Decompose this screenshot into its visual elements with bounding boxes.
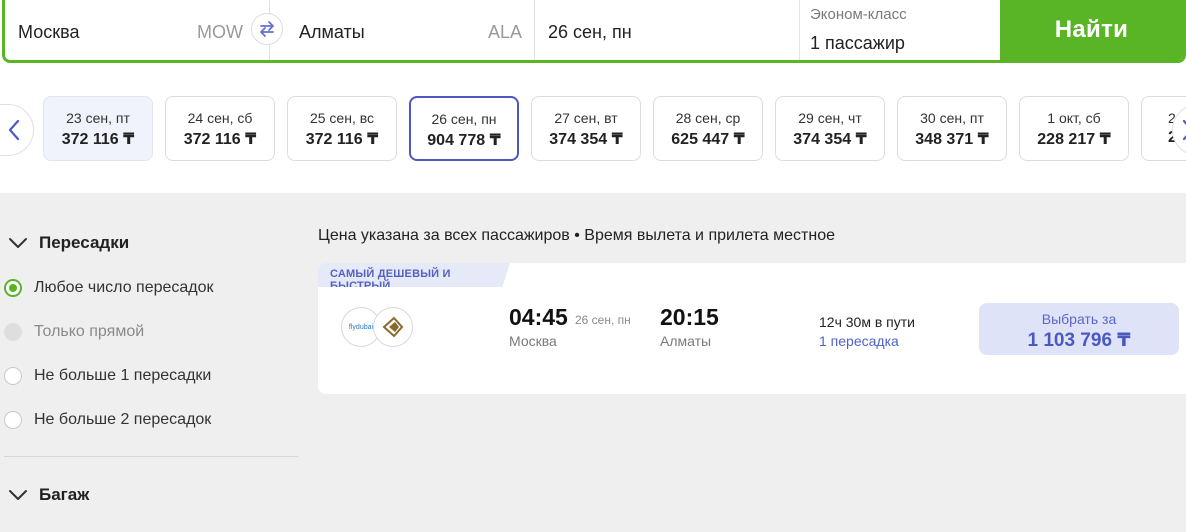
radio[interactable] bbox=[4, 411, 22, 429]
date-card-price: 228 217 ₸ bbox=[1037, 131, 1111, 148]
date-card-date: 25 сен, вс bbox=[309, 110, 375, 126]
date-card-price: 374 354 ₸ bbox=[793, 131, 867, 148]
price-note: Цена указана за всех пассажиров • Время … bbox=[318, 227, 835, 244]
origin-field[interactable]: Москва MOW bbox=[5, 0, 270, 60]
stops-link[interactable]: 1 пересадка bbox=[819, 333, 899, 349]
date-card[interactable]: 27 сен, вт 374 354 ₸ bbox=[531, 96, 641, 161]
baggage-filter-header[interactable]: Багаж bbox=[8, 485, 89, 505]
stops-option-label: Только прямой bbox=[34, 323, 145, 340]
chevron-down-icon bbox=[9, 238, 27, 248]
date-card[interactable]: 1 окт, сб 228 217 ₸ bbox=[1019, 96, 1129, 161]
stops-option-label: Не больше 1 пересадки bbox=[34, 367, 212, 384]
destination-code: ALA bbox=[487, 22, 522, 42]
stops-option-max2[interactable]: Не больше 2 пересадок bbox=[4, 409, 211, 431]
flight-duration: 12ч 30м в пути bbox=[819, 314, 915, 330]
baggage-filter-title: Багаж bbox=[39, 485, 90, 504]
stops-option-any[interactable]: Любое число пересадок bbox=[4, 277, 214, 299]
airline-logo-emblem-icon bbox=[373, 307, 413, 347]
arrival-city: Алматы bbox=[660, 333, 712, 349]
departure-time: 04:45 bbox=[509, 304, 568, 330]
destination-city: Алматы bbox=[299, 22, 365, 42]
date-field[interactable]: 26 сен, пн bbox=[535, 0, 800, 60]
date-card[interactable]: 30 сен, пт 348 371 ₸ bbox=[897, 96, 1007, 161]
date-card-date: 26 сен, пн bbox=[431, 111, 497, 127]
select-ticket-button[interactable]: Выбрать за 1 103 796 ₸ bbox=[979, 303, 1179, 355]
class-label: Эконом-класс bbox=[810, 6, 907, 23]
date-card-date: 23 сен, пт bbox=[66, 110, 130, 126]
stops-filter-title: Пересадки bbox=[39, 233, 130, 252]
radio-disabled bbox=[4, 323, 22, 341]
date-card-price: 904 778 ₸ bbox=[427, 132, 501, 149]
destination-field[interactable]: Алматы ALA bbox=[270, 0, 535, 60]
stops-option-direct: Только прямой bbox=[4, 321, 144, 343]
date-card[interactable]: 25 сен, вс 372 116 ₸ bbox=[287, 96, 397, 161]
departure-date: 26 сен, пн bbox=[575, 313, 631, 327]
date-card-price: 372 116 ₸ bbox=[183, 131, 257, 148]
date-card[interactable]: 29 сен, чт 374 354 ₸ bbox=[775, 96, 885, 161]
stops-option-label: Любое число пересадок bbox=[34, 279, 214, 296]
arrival-time: 20:15 bbox=[660, 304, 719, 330]
chevron-down-icon bbox=[9, 490, 27, 500]
date-card-price: 348 371 ₸ bbox=[915, 131, 989, 148]
date-card-date: 28 сен, ср bbox=[675, 110, 741, 126]
cheapest-fastest-badge: САМЫЙ ДЕШЕВЫЙ И БЫСТРЫЙ bbox=[318, 263, 510, 287]
date-card[interactable]: 23 сен, пт 372 116 ₸ bbox=[43, 96, 153, 161]
date-card[interactable]: 24 сен, сб 372 116 ₸ bbox=[165, 96, 275, 161]
date-card-date: 24 сен, сб bbox=[187, 110, 253, 126]
date-card-date: 27 сен, вт bbox=[554, 110, 618, 126]
date-card-price: 625 447 ₸ bbox=[671, 131, 745, 148]
airline-logo-text: flydubai bbox=[348, 323, 374, 331]
origin-city: Москва bbox=[18, 22, 80, 42]
date-card[interactable]: 28 сен, ср 625 447 ₸ bbox=[653, 96, 763, 161]
date-card-date: 1 окт, сб bbox=[1047, 110, 1101, 126]
stops-filter-header[interactable]: Пересадки bbox=[8, 233, 129, 253]
radio-selected[interactable] bbox=[4, 279, 22, 297]
date-card-date: 29 сен, чт bbox=[798, 110, 862, 126]
date-card-price: 372 116 ₸ bbox=[61, 131, 135, 148]
date-card-selected[interactable]: 26 сен, пн 904 778 ₸ bbox=[409, 96, 519, 161]
swap-arrows-icon-svg bbox=[260, 21, 274, 37]
swap-arrows-icon[interactable] bbox=[251, 13, 283, 45]
departure-city: Москва bbox=[509, 333, 557, 349]
search-form: Москва MOW Алматы ALA 26 сен, пн Эконом-… bbox=[2, 0, 1186, 63]
date-card-price: 374 354 ₸ bbox=[549, 131, 623, 148]
date-card-date: 30 сен, пт bbox=[920, 110, 984, 126]
origin-code: MOW bbox=[197, 22, 243, 42]
radio[interactable] bbox=[4, 367, 22, 385]
stops-option-label: Не больше 2 пересадок bbox=[34, 411, 212, 428]
airline-emblem-svg bbox=[382, 316, 404, 338]
find-button[interactable]: Найти bbox=[1000, 0, 1183, 60]
date-value: 26 сен, пн bbox=[548, 22, 632, 42]
filter-divider bbox=[4, 456, 298, 457]
ticket-price: 1 103 796 ₸ bbox=[1027, 330, 1131, 351]
passengers-field[interactable]: Эконом-класс 1 пассажир bbox=[800, 0, 1000, 60]
select-ticket-label: Выбрать за bbox=[1041, 311, 1117, 327]
date-card-price: 372 116 ₸ bbox=[305, 131, 379, 148]
passengers-value: 1 пассажир bbox=[810, 33, 905, 53]
stops-option-max1[interactable]: Не больше 1 пересадки bbox=[4, 365, 211, 387]
